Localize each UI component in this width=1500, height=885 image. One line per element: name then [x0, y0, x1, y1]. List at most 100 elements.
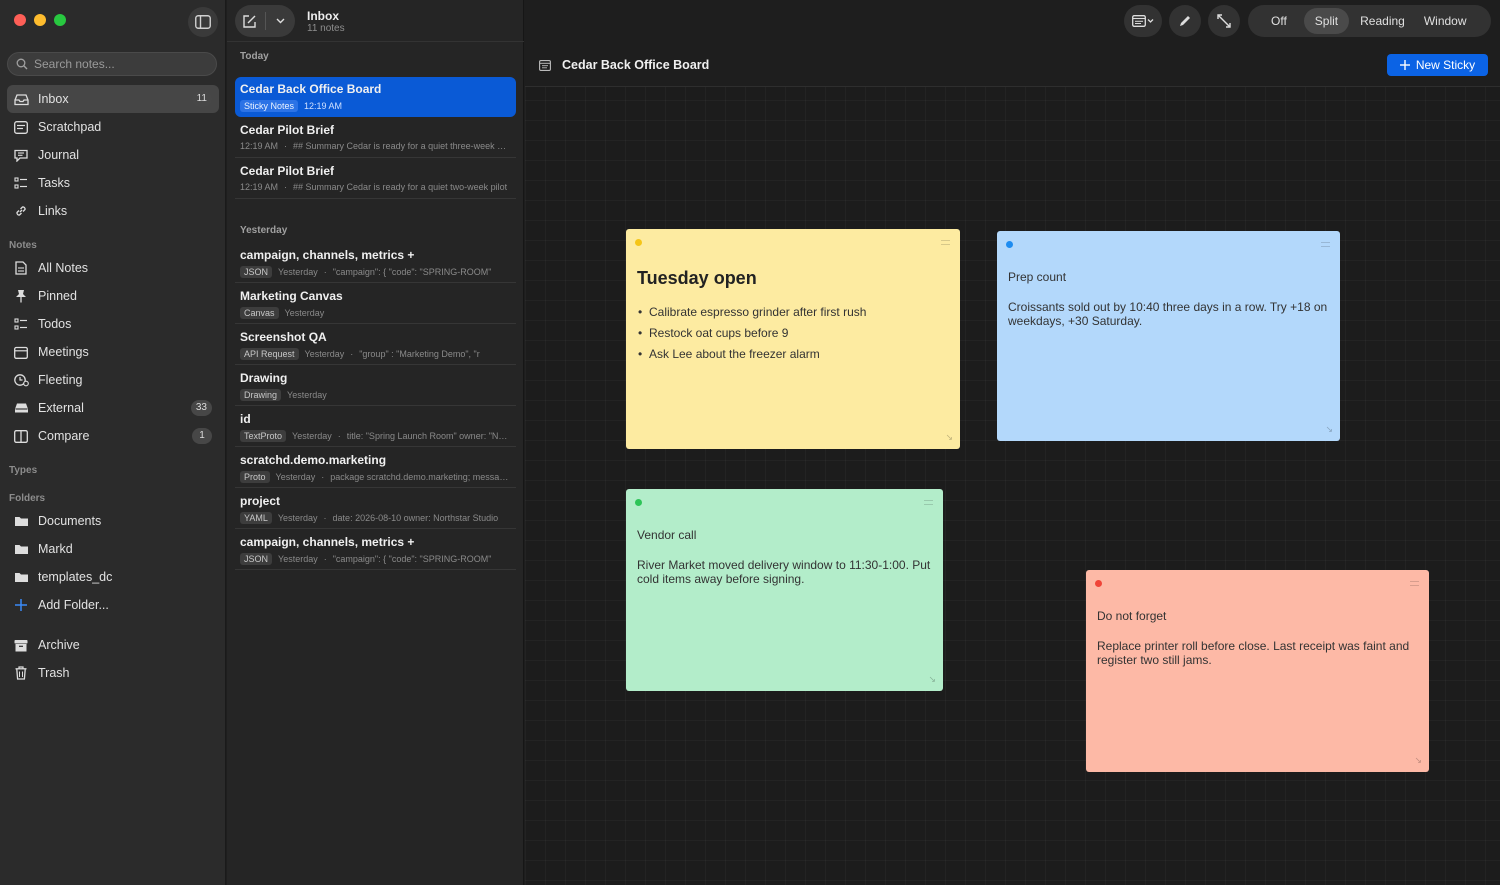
list-count: 11 notes: [307, 23, 345, 34]
drag-handle-icon[interactable]: [941, 240, 950, 245]
expand-button[interactable]: [1208, 5, 1240, 37]
list-item[interactable]: campaign, channels, metrics + JSON Yeste…: [235, 530, 516, 570]
list-item[interactable]: Cedar Pilot Brief 12:19 AM · ## Summary C…: [235, 118, 516, 158]
note-type-tag: Canvas: [240, 307, 279, 319]
mode-off[interactable]: Off: [1260, 8, 1298, 34]
list-item[interactable]: scratchd.demo.marketing Proto Yesterday ·…: [235, 448, 516, 488]
note-meta: 12:19 AM · ## Summary Cedar is ready for …: [240, 141, 511, 151]
note-type-tag: JSON: [240, 266, 273, 278]
note-preview: "campaign": { "code": "SPRING-ROOM": [332, 554, 492, 564]
search-field[interactable]: [7, 52, 217, 76]
list-item[interactable]: Cedar Pilot Brief 12:19 AM · ## Summary C…: [235, 159, 516, 199]
sidebar-item-journal[interactable]: Journal: [7, 141, 219, 169]
types-section-label[interactable]: Types: [9, 465, 37, 476]
note-title: Drawing: [240, 371, 288, 385]
sticky-color-dot[interactable]: [635, 239, 642, 246]
mode-split[interactable]: Split: [1303, 8, 1350, 34]
sticky-note-forget[interactable]: Do not forget Replace printer roll befor…: [1086, 570, 1429, 772]
new-note-button[interactable]: [235, 5, 265, 37]
checklist-icon: [13, 175, 29, 191]
sticky-note-tuesday[interactable]: Tuesday open Calibrate espresso grinder …: [626, 229, 960, 449]
resize-handle-icon[interactable]: ↘: [1414, 755, 1422, 766]
new-note-menu-button[interactable]: [266, 5, 296, 37]
folder-item-documents[interactable]: Documents: [7, 507, 219, 535]
sticky-color-dot[interactable]: [1006, 241, 1013, 248]
list-item[interactable]: id TextProto Yesterday · title: "Spring L…: [235, 407, 516, 447]
minimize-window-button[interactable]: [34, 14, 46, 26]
note-preview: ## Summary Cedar is ready for a quiet th…: [293, 141, 511, 151]
add-folder-button[interactable]: Add Folder...: [7, 591, 219, 619]
note-title: Marketing Canvas: [240, 289, 343, 303]
list-item[interactable]: Cedar Back Office Board Sticky Notes 12:…: [235, 77, 516, 117]
folder-item-templates[interactable]: templates_dc: [7, 563, 219, 591]
sidebar-item-all-notes[interactable]: All Notes: [7, 254, 219, 282]
note-preview: date: 2026-08-10 owner: Northstar Studio: [332, 513, 499, 523]
list-item[interactable]: project YAML Yesterday · date: 2026-08-10…: [235, 489, 516, 529]
sidebar-item-archive[interactable]: Archive: [7, 631, 219, 659]
note-time: Yesterday: [287, 390, 327, 400]
sidebar-item-tasks[interactable]: Tasks: [7, 169, 219, 197]
note-list-pane: Inbox 11 notes Today Cedar Back Office B…: [227, 0, 524, 885]
sticky-body: Replace printer roll before close. Last …: [1097, 639, 1410, 667]
sidebar-item-label: Pinned: [38, 289, 77, 303]
drag-handle-icon[interactable]: [924, 500, 933, 505]
sidebar-item-meetings[interactable]: Meetings: [7, 338, 219, 366]
document-title: Cedar Back Office Board: [562, 58, 710, 72]
draw-button[interactable]: [1169, 5, 1201, 37]
sidebar-toggle-button[interactable]: [188, 7, 218, 37]
note-meta: Canvas Yesterday: [240, 307, 511, 319]
view-menu-button[interactable]: [1124, 5, 1162, 37]
folder-icon: [13, 569, 29, 585]
search-icon: [16, 58, 28, 70]
note-title: project: [240, 494, 281, 508]
sticky-color-dot[interactable]: [1095, 580, 1102, 587]
sidebar-item-label: Inbox: [38, 92, 69, 106]
sidebar-item-label: All Notes: [38, 261, 89, 275]
list-item[interactable]: Screenshot QA API Request Yesterday · "gr…: [235, 325, 516, 365]
sticky-color-dot[interactable]: [635, 499, 642, 506]
mode-window[interactable]: Window: [1416, 8, 1478, 34]
list-item[interactable]: Marketing Canvas Canvas Yesterday: [235, 284, 516, 324]
list-item[interactable]: campaign, channels, metrics + JSON Yeste…: [235, 243, 516, 283]
new-sticky-button[interactable]: New Sticky: [1387, 54, 1488, 76]
resize-handle-icon[interactable]: ↘: [1325, 424, 1333, 435]
mode-reading[interactable]: Reading: [1349, 8, 1416, 34]
folders-section-label[interactable]: Folders: [9, 493, 45, 504]
note-type-tag: API Request: [240, 348, 299, 360]
sidebar-item-scratchpad[interactable]: Scratchpad: [7, 113, 219, 141]
drag-handle-icon[interactable]: [1321, 242, 1330, 247]
sidebar-item-trash[interactable]: Trash: [7, 659, 219, 687]
note-preview: ## Summary Cedar is ready for a quiet tw…: [293, 182, 508, 192]
count-badge: 1: [192, 428, 212, 444]
sidebar-item-external[interactable]: External 33: [7, 394, 219, 422]
toolbar: Off Split Reading Window: [525, 0, 1500, 42]
sidebar-item-todos[interactable]: Todos: [7, 310, 219, 338]
note-time: 12:19 AM: [240, 141, 279, 151]
document-header: Cedar Back Office Board New Sticky: [525, 42, 1500, 87]
sticky-note-prep[interactable]: Prep count Croissants sold out by 10:40 …: [997, 231, 1340, 441]
note-preview: package scratchd.demo.marketing; message…: [330, 472, 511, 482]
sticky-note-vendor[interactable]: Vendor call River Market moved delivery …: [626, 489, 943, 691]
sidebar-item-label: Scratchpad: [38, 120, 102, 134]
sidebar-item-compare[interactable]: Compare 1: [7, 422, 219, 450]
sidebar-item-inbox[interactable]: Inbox 11: [7, 85, 219, 113]
note-type-tag: JSON: [240, 553, 273, 565]
note-title: Cedar Pilot Brief: [240, 123, 335, 137]
sidebar-item-label: Archive: [38, 638, 80, 652]
close-window-button[interactable]: [14, 14, 26, 26]
maximize-window-button[interactable]: [54, 14, 66, 26]
folder-item-markd[interactable]: Markd: [7, 535, 219, 563]
list-item[interactable]: Drawing Drawing Yesterday: [235, 366, 516, 406]
folder-icon: [13, 541, 29, 557]
resize-handle-icon[interactable]: ↘: [945, 432, 953, 443]
note-preview: "campaign": { "code": "SPRING-ROOM": [332, 267, 492, 277]
search-input[interactable]: [34, 57, 204, 71]
sidebar-item-label: Compare: [38, 429, 90, 443]
bottom-nav: Archive Trash: [0, 631, 226, 687]
sidebar-item-pinned[interactable]: Pinned: [7, 282, 219, 310]
drag-handle-icon[interactable]: [1410, 581, 1419, 586]
sidebar-item-links[interactable]: Links: [7, 197, 219, 225]
note-meta: Proto Yesterday · package scratchd.demo.m…: [240, 471, 511, 483]
resize-handle-icon[interactable]: ↘: [928, 674, 936, 685]
sidebar-item-fleeting[interactable]: Fleeting: [7, 366, 219, 394]
